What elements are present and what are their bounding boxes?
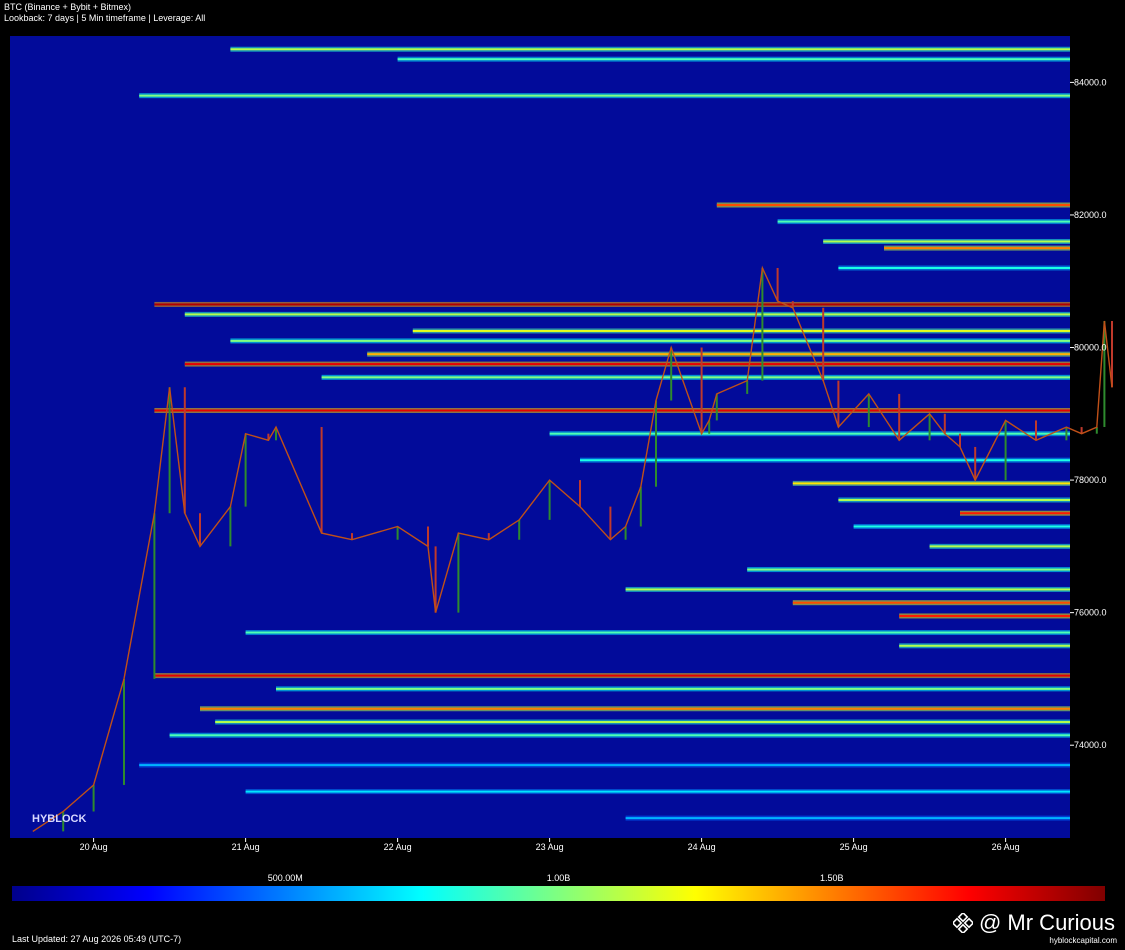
liquidity-band xyxy=(625,817,1070,820)
liquidity-band xyxy=(899,614,1070,617)
y-tick-label: 80000.0 xyxy=(1074,343,1107,353)
liquidity-band xyxy=(230,48,1070,51)
liquidity-band xyxy=(276,687,1070,690)
liquidity-band xyxy=(823,240,1070,243)
liquidity-band xyxy=(245,631,1071,634)
liquidity-band xyxy=(884,247,1070,250)
liquidity-band xyxy=(929,545,1070,548)
watermark-text: @ Mr Curious xyxy=(978,910,1115,935)
site-url: hyblockcapital.com xyxy=(1049,936,1117,945)
colorbar-tick-label: 1.00B xyxy=(547,873,571,883)
x-tick-label: 24 Aug xyxy=(688,842,716,852)
liquidity-band xyxy=(367,353,1070,356)
liquidity-band xyxy=(580,459,1070,462)
liquidity-band xyxy=(154,674,1070,677)
liquidity-band xyxy=(838,266,1070,269)
liquidity-band xyxy=(184,363,1071,366)
liquidity-band xyxy=(184,313,1071,316)
liquidity-band xyxy=(792,601,1070,604)
liquidity-band xyxy=(169,734,1071,737)
x-tick-label: 25 Aug xyxy=(840,842,868,852)
y-tick-label: 78000.0 xyxy=(1074,475,1107,485)
x-tick-label: 20 Aug xyxy=(80,842,108,852)
liquidity-band xyxy=(139,94,1070,97)
y-tick-label: 74000.0 xyxy=(1074,740,1107,750)
binance-logo-icon xyxy=(952,913,973,933)
liquidity-band xyxy=(139,764,1070,767)
y-tick-label: 82000.0 xyxy=(1074,210,1107,220)
liquidity-band xyxy=(215,721,1070,724)
liquidity-band xyxy=(838,498,1070,501)
y-tick-label: 84000.0 xyxy=(1074,77,1107,87)
liquidity-band xyxy=(412,329,1070,332)
x-tick-label: 22 Aug xyxy=(384,842,412,852)
liquidity-band xyxy=(716,204,1070,207)
x-tick-label: 21 Aug xyxy=(232,842,260,852)
colorbar-tick-label: 500.00M xyxy=(268,873,303,883)
liquidity-band xyxy=(230,339,1070,342)
liquidity-band xyxy=(321,376,1071,379)
liquidity-band xyxy=(899,644,1070,647)
liquidity-band xyxy=(549,432,1070,435)
liquidity-band xyxy=(960,512,1070,515)
liquidity-band xyxy=(747,568,1070,571)
liquidity-band xyxy=(245,790,1071,793)
liquidity-band xyxy=(397,58,1071,61)
colorbar-tick-label: 1.50B xyxy=(820,873,844,883)
liquidation-heatmap: 20 Aug 21 Aug 22 Aug 23 Aug 24 Aug 25 Aug 26 A… xyxy=(10,36,1113,901)
x-tick-label: 26 Aug xyxy=(992,842,1020,852)
x-tick-label: 23 Aug xyxy=(536,842,564,852)
last-updated: Last Updated: 27 Aug 2026 05:49 (UTC-7) xyxy=(12,934,182,944)
y-axis: 74000.0 76000.0 78000.0 80000.0 82000.0 84000… xyxy=(1070,77,1107,750)
liquidity-band xyxy=(154,409,1070,412)
liquidity-band xyxy=(792,482,1070,485)
watermark: @ Mr Curious xyxy=(952,910,1115,936)
liquidity-band xyxy=(625,588,1070,591)
liquidity-band xyxy=(200,707,1070,710)
x-axis: 20 Aug 21 Aug 22 Aug 23 Aug 24 Aug 25 Aug 26 A… xyxy=(80,838,1020,852)
y-tick-label: 76000.0 xyxy=(1074,608,1107,618)
colorbar-ticks: 500.00M 1.00B 1.50B xyxy=(268,873,844,883)
colorbar xyxy=(12,886,1105,901)
liquidity-band xyxy=(154,303,1070,306)
liquidity-band xyxy=(853,525,1070,528)
liquidity-band xyxy=(777,220,1070,223)
hyblock-logo: HYBLOCK xyxy=(32,813,86,825)
